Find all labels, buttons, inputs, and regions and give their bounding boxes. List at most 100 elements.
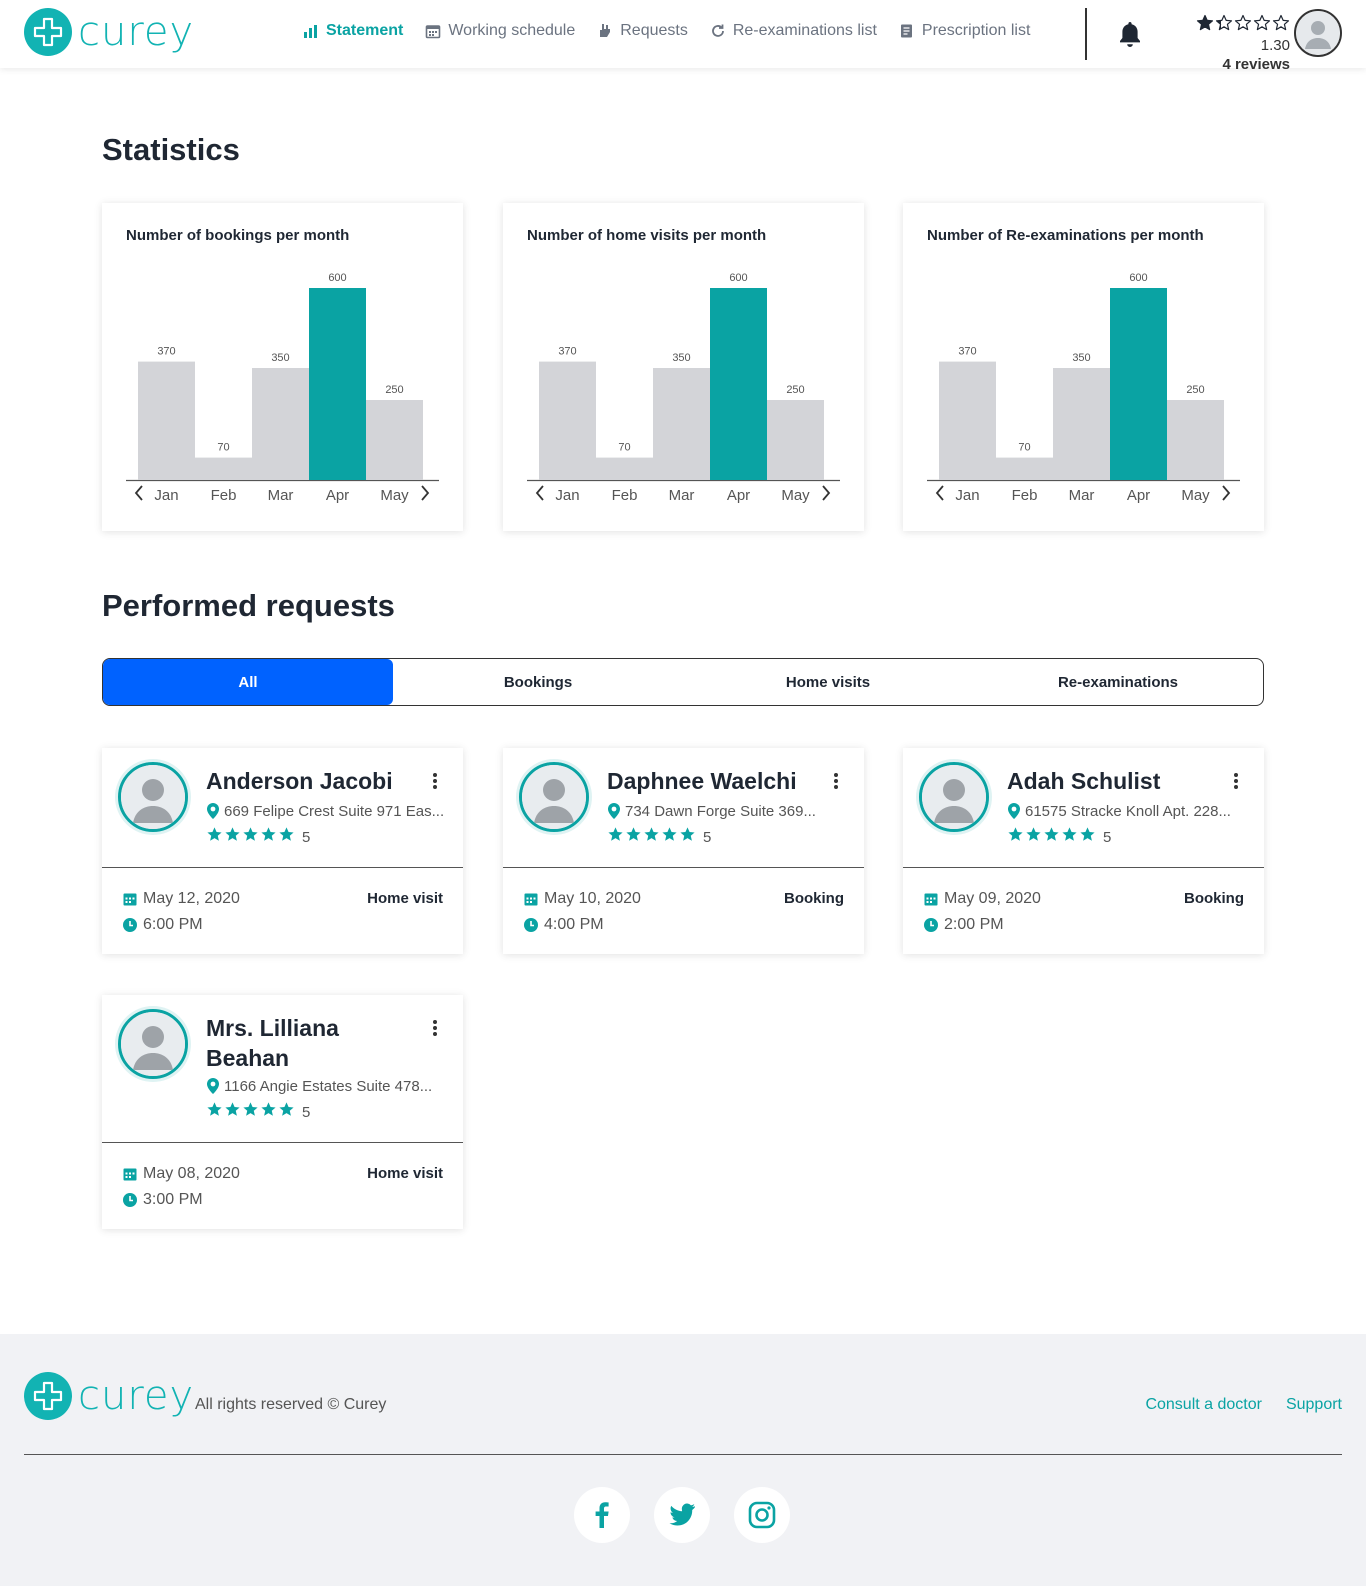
chart-prev-arrow-icon[interactable]: [535, 485, 544, 501]
facebook-icon[interactable]: [574, 1487, 630, 1543]
chart-bar-jan[interactable]: [939, 361, 996, 480]
x-tick-label: Apr: [727, 487, 750, 504]
re-examinations-chart-card: Number of Re-examinations per month 370 J…: [903, 203, 1264, 531]
bookings-chart-card: Number of bookings per month 370 Jan 70 Feb…: [102, 203, 463, 531]
instagram-icon[interactable]: [734, 1487, 790, 1543]
header-divider: [1085, 8, 1087, 60]
x-tick-label: Mar: [1069, 487, 1095, 504]
tab-all[interactable]: All: [103, 659, 393, 705]
chart-bar-may[interactable]: [366, 400, 423, 480]
chart-bar-apr[interactable]: [710, 288, 767, 480]
patient-rating: 5: [206, 1101, 310, 1123]
more-options-icon[interactable]: [833, 772, 843, 795]
nav-requests[interactable]: Requests: [597, 22, 688, 40]
more-options-icon[interactable]: [432, 1019, 442, 1042]
patient-rating: 5: [1007, 826, 1111, 848]
chart-next-arrow-icon[interactable]: [421, 485, 430, 501]
nav-statement[interactable]: Statement: [303, 22, 403, 40]
user-avatar[interactable]: [1294, 9, 1342, 57]
x-tick-label: Jan: [555, 487, 579, 504]
consult-doctor-link[interactable]: Consult a doctor: [1145, 1396, 1262, 1414]
chart-bar-mar[interactable]: [653, 368, 710, 480]
star-icon: [1234, 14, 1252, 37]
x-tick-label: Feb: [612, 487, 638, 504]
chart-bar-feb[interactable]: [596, 457, 653, 480]
curey-logo[interactable]: curey: [24, 8, 194, 56]
address-text: 734 Dawn Forge Suite 369...: [625, 802, 816, 820]
review-count[interactable]: 4 reviews: [1165, 56, 1290, 73]
calendar-icon: [123, 1168, 137, 1181]
footer-logo[interactable]: curey: [24, 1372, 194, 1420]
time-text: 2:00 PM: [944, 916, 1004, 933]
request-card[interactable]: Mrs. Lilliana Beahan 1166 Angie Estates …: [102, 995, 463, 1229]
bookings-chart: 370 Jan 70 Feb 350 Mar 600 Apr 250 May: [126, 272, 439, 504]
more-options-icon[interactable]: [432, 772, 442, 795]
patient-name: Adah Schulist: [1007, 768, 1161, 794]
star-icon: [679, 826, 696, 848]
request-card[interactable]: Daphnee Waelchi 734 Dawn Forge Suite 369…: [503, 748, 864, 954]
x-tick-label: Feb: [1012, 487, 1038, 504]
chart-bar-apr[interactable]: [1110, 288, 1167, 480]
nav-re-examinations[interactable]: Re-examinations list: [710, 22, 877, 40]
star-icon: [1043, 826, 1060, 848]
x-tick-label: Jan: [154, 487, 178, 504]
chart-bar-may[interactable]: [767, 400, 824, 480]
more-options-icon[interactable]: [1233, 772, 1243, 795]
bar-value-label: 350: [271, 352, 289, 364]
chart-bar-jan[interactable]: [539, 361, 596, 480]
hand-icon: [600, 24, 611, 37]
bar-value-label: 250: [385, 384, 403, 396]
cross-logo-icon: [24, 1372, 72, 1420]
x-tick-label: May: [781, 487, 810, 504]
tab-re-examinations[interactable]: Re-examinations: [973, 659, 1263, 705]
home-visits-chart: 370 Jan 70 Feb 350 Mar 600 Apr 250 May: [527, 272, 840, 504]
address-text: 669 Felipe Crest Suite 971 Eas...: [224, 802, 445, 820]
patient-avatar: [919, 762, 989, 832]
chart-bar-feb[interactable]: [195, 457, 252, 480]
star-icon: [1253, 14, 1271, 37]
star-icon: [242, 826, 259, 848]
nav-label: Prescription list: [921, 22, 1031, 39]
request-card[interactable]: Adah Schulist 61575 Stracke Knoll Apt. 2…: [903, 748, 1264, 954]
rating-score: 5: [703, 828, 712, 846]
chart-bar-mar[interactable]: [252, 368, 309, 480]
chart-bar-jan[interactable]: [138, 361, 195, 480]
request-time: 4:00 PM: [523, 916, 604, 934]
support-link[interactable]: Support: [1286, 1396, 1342, 1414]
chart-bar-mar[interactable]: [1053, 368, 1110, 480]
chart-next-arrow-icon[interactable]: [822, 485, 831, 501]
nav-working-schedule[interactable]: Working schedule: [425, 22, 575, 40]
bar-value-label: 370: [958, 346, 976, 358]
request-card[interactable]: Anderson Jacobi 669 Felipe Crest Suite 9…: [102, 748, 463, 954]
chart-prev-arrow-icon[interactable]: [134, 485, 143, 501]
star-icon: [242, 1101, 259, 1123]
star-icon: [260, 1101, 277, 1123]
nav-prescription-list[interactable]: Prescription list: [899, 22, 1030, 40]
location-pin-icon: [1008, 803, 1020, 819]
chart-prev-arrow-icon[interactable]: [935, 485, 944, 501]
twitter-icon[interactable]: [654, 1487, 710, 1543]
star-icon: [278, 1101, 295, 1123]
request-date: May 10, 2020: [523, 890, 641, 908]
bar-value-label: 70: [618, 442, 630, 454]
calendar-icon: [924, 893, 938, 906]
chart-bar-may[interactable]: [1167, 400, 1224, 480]
request-date: May 08, 2020: [122, 1165, 240, 1183]
patient-name: Mrs. Lilliana Beahan: [206, 1015, 339, 1071]
chart-bar-feb[interactable]: [996, 457, 1053, 480]
tab-bookings[interactable]: Bookings: [393, 659, 683, 705]
patient-avatar: [519, 762, 589, 832]
chart-bar-apr[interactable]: [309, 288, 366, 480]
date-text: May 09, 2020: [944, 890, 1041, 907]
address-text: 61575 Stracke Knoll Apt. 228...: [1025, 802, 1231, 820]
tab-home-visits[interactable]: Home visits: [683, 659, 973, 705]
notification-bell-icon[interactable]: [1117, 20, 1143, 53]
star-icon: [1196, 14, 1214, 37]
bar-value-label: 370: [157, 346, 175, 358]
request-filter-tabs: All Bookings Home visits Re-examinations: [102, 658, 1264, 706]
x-tick-label: Jan: [955, 487, 979, 504]
patient-address: 669 Felipe Crest Suite 971 Eas...: [206, 802, 446, 820]
star-icon: [625, 826, 642, 848]
x-tick-label: Mar: [669, 487, 695, 504]
chart-next-arrow-icon[interactable]: [1222, 485, 1231, 501]
